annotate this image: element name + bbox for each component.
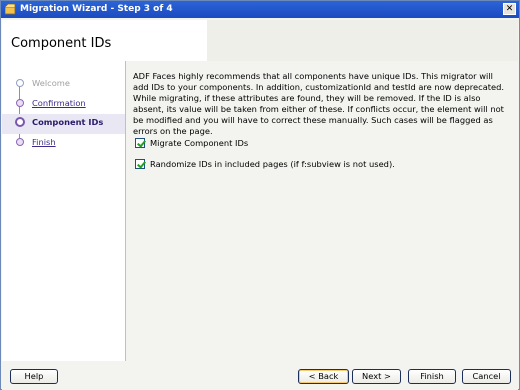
- migrate-component-ids-checkbox[interactable]: [135, 138, 145, 148]
- next-button[interactable]: Next >: [352, 369, 401, 384]
- migration-wizard-window: Migration Wizard - Step 3 of 4 ✕ Compone…: [0, 0, 520, 390]
- step-label: Welcome: [32, 78, 70, 88]
- finish-button[interactable]: Finish: [408, 369, 456, 384]
- step-label[interactable]: Confirmation: [32, 98, 86, 108]
- step-dot-icon: [16, 79, 24, 87]
- step-finish[interactable]: Finish: [2, 134, 125, 154]
- step-label[interactable]: Finish: [32, 137, 56, 147]
- steps-list: Welcome Confirmation Component IDs Finis…: [2, 75, 125, 153]
- wizard-header: Component IDs: [2, 20, 518, 61]
- step-dot-icon: [16, 98, 24, 107]
- current-step-dot-icon: [15, 117, 25, 127]
- step-dot-icon: [16, 137, 24, 146]
- cancel-button[interactable]: Cancel: [462, 369, 511, 384]
- step-label: Component IDs: [32, 117, 104, 127]
- help-button[interactable]: Help: [10, 369, 58, 384]
- page-title: Component IDs: [11, 36, 112, 51]
- description-text: ADF Faces highly recommends that all com…: [133, 71, 505, 136]
- close-button[interactable]: ✕: [503, 3, 516, 15]
- button-bar: Help < Back Next > Finish Cancel: [2, 361, 518, 390]
- step-confirmation[interactable]: Confirmation: [2, 95, 125, 115]
- window-title: Migration Wizard - Step 3 of 4: [20, 4, 173, 14]
- title-bar[interactable]: Migration Wizard - Step 3 of 4 ✕: [1, 1, 519, 18]
- step-navigation-panel: Welcome Confirmation Component IDs Finis…: [2, 61, 126, 361]
- header-banner: [207, 20, 518, 61]
- step-component-ids: Component IDs: [2, 114, 125, 134]
- checkbox-label[interactable]: Randomize IDs in included pages (if f:su…: [150, 159, 395, 169]
- back-button[interactable]: < Back: [298, 369, 349, 384]
- application-icon: [5, 4, 16, 15]
- wizard-content: ADF Faces highly recommends that all com…: [127, 61, 518, 361]
- checkbox-label[interactable]: Migrate Component IDs: [150, 138, 248, 148]
- randomize-ids-checkbox[interactable]: [135, 159, 145, 169]
- step-welcome: Welcome: [2, 75, 125, 95]
